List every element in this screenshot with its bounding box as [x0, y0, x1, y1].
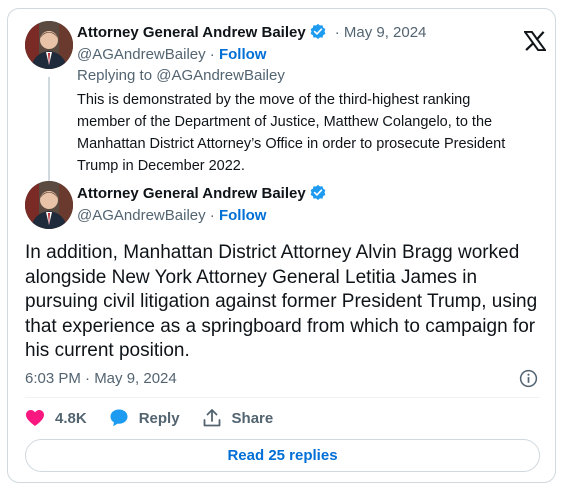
- verified-badge-icon: [310, 23, 326, 40]
- like-count: 4.8K: [55, 409, 87, 427]
- x-logo-icon[interactable]: [524, 31, 546, 51]
- parent-handle-row: @AGAndrewBailey · Follow: [77, 46, 266, 63]
- verified-badge-icon: [310, 184, 326, 201]
- parent-author-row: Attorney General Andrew Bailey · May 9, …: [77, 23, 426, 41]
- reply-button[interactable]: Reply: [109, 408, 180, 428]
- divider: [25, 397, 540, 398]
- main-author-row: Attorney General Andrew Bailey: [77, 184, 327, 202]
- author-handle[interactable]: @AGAndrewBailey: [77, 207, 206, 224]
- share-upload-icon: [203, 409, 220, 427]
- author-name[interactable]: Attorney General Andrew Bailey: [77, 185, 306, 202]
- main-tweet-text: In addition, Manhattan District Attorney…: [25, 242, 538, 361]
- tweet-date[interactable]: · May 9, 2024: [335, 24, 427, 41]
- read-replies-button[interactable]: Read 25 replies: [25, 439, 540, 472]
- like-button[interactable]: 4.8K: [25, 409, 87, 427]
- tweet-timestamp[interactable]: 6:03 PM · May 9, 2024: [25, 370, 177, 387]
- speech-bubble-icon: [110, 409, 128, 427]
- author-handle[interactable]: @AGAndrewBailey: [77, 46, 206, 63]
- main-handle-row: @AGAndrewBailey · Follow: [77, 207, 266, 224]
- info-icon[interactable]: [519, 369, 538, 388]
- embedded-tweet-card: Attorney General Andrew Bailey · May 9, …: [7, 8, 556, 483]
- action-bar: 4.8K Reply Share: [25, 408, 295, 428]
- follow-button[interactable]: Follow: [219, 46, 267, 63]
- parent-tweet-text: This is demonstrated by the move of the …: [77, 92, 506, 174]
- replying-to[interactable]: Replying to @AGAndrewBailey: [77, 67, 285, 84]
- avatar[interactable]: [25, 21, 73, 69]
- avatar[interactable]: [25, 181, 73, 229]
- reply-label: Reply: [138, 409, 180, 427]
- share-label: Share: [231, 409, 274, 427]
- share-button[interactable]: Share: [202, 408, 274, 428]
- separator: ·: [205, 207, 219, 224]
- separator: ·: [205, 46, 219, 63]
- author-name[interactable]: Attorney General Andrew Bailey: [77, 24, 306, 41]
- thread-line: [48, 77, 50, 183]
- read-replies-label: Read 25 replies: [227, 447, 338, 464]
- follow-button[interactable]: Follow: [219, 207, 267, 224]
- heart-icon: [26, 410, 44, 426]
